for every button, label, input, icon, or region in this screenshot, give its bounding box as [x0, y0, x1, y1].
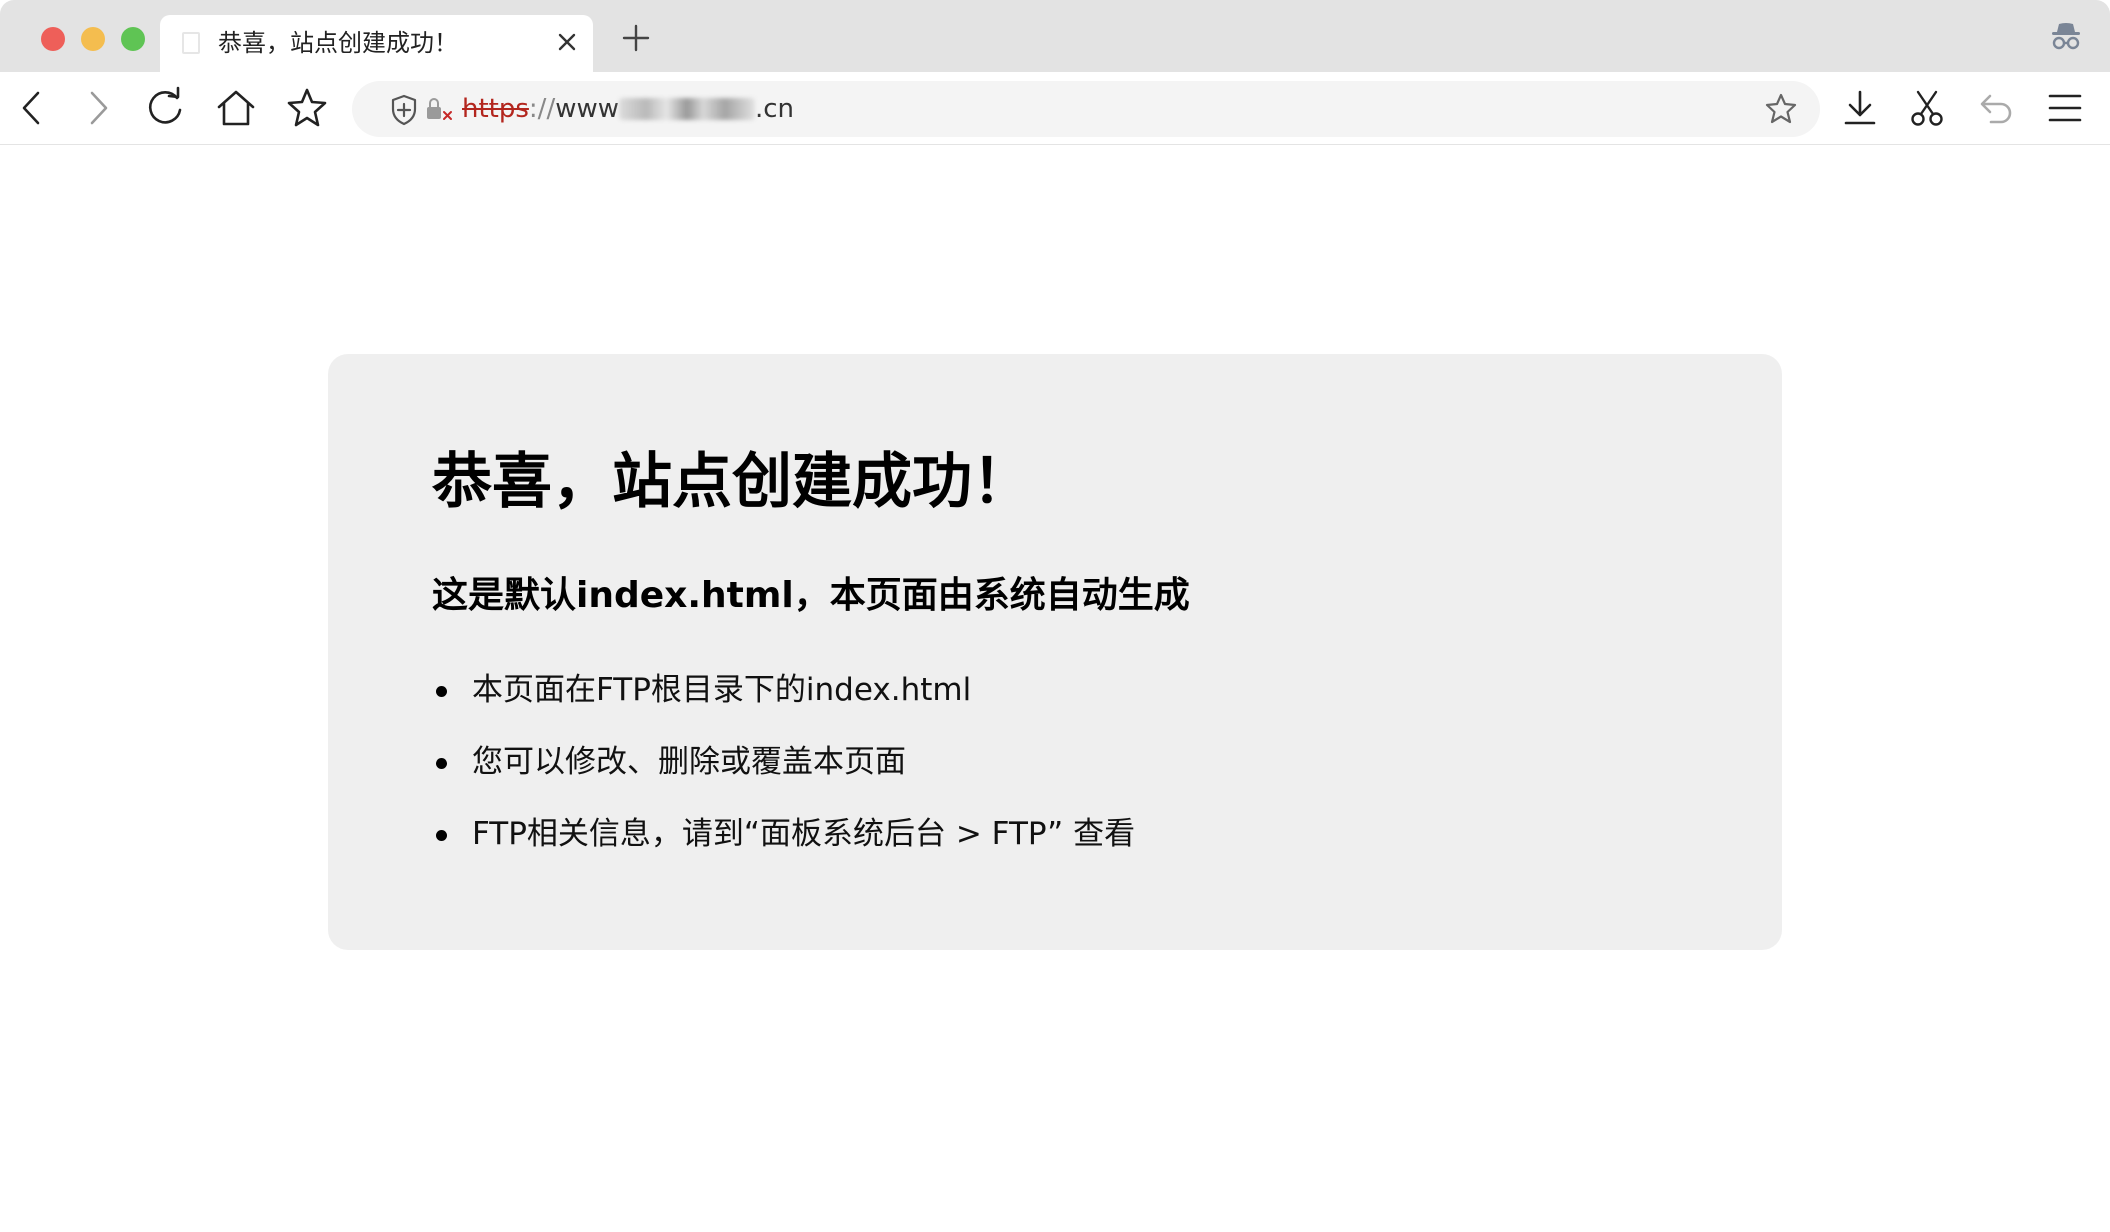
scissors-icon[interactable]	[1903, 84, 1951, 132]
window-maximize-button[interactable]	[121, 27, 145, 51]
url-scheme: https	[462, 94, 529, 124]
menu-icon[interactable]	[2041, 84, 2089, 132]
plus-icon[interactable]	[618, 20, 654, 56]
window-close-button[interactable]	[41, 27, 65, 51]
list-item: FTP相关信息，请到“面板系统后台 > FTP” 查看	[432, 810, 1135, 882]
reload-icon[interactable]	[141, 84, 189, 132]
page-title: 恭喜，站点创建成功！	[432, 447, 1032, 517]
undo-icon[interactable]	[1971, 84, 2019, 132]
shield-icon[interactable]	[388, 93, 420, 127]
redacted-host	[619, 98, 755, 120]
url-host-prefix: www	[555, 94, 619, 124]
browser-window: 恭喜，站点创建成功！ https://www .cn 恭喜，站点创建成功！ 这是…	[0, 0, 2110, 1232]
forward-icon[interactable]	[75, 84, 123, 132]
incognito-icon[interactable]	[2048, 18, 2084, 54]
page-content: 恭喜，站点创建成功！ 这是默认index.html，本页面由系统自动生成 本页面…	[0, 146, 2110, 1232]
navigation-toolbar: https://www .cn	[0, 72, 2110, 145]
close-icon[interactable]	[552, 27, 582, 57]
bookmark-star-icon[interactable]	[283, 84, 331, 132]
page-subtitle: 这是默认index.html，本页面由系统自动生成	[432, 575, 1190, 616]
bookmark-page-star-icon[interactable]	[1762, 90, 1800, 128]
url-separator: ://	[528, 94, 556, 124]
back-icon[interactable]	[7, 84, 55, 132]
home-icon[interactable]	[212, 84, 260, 132]
url-text[interactable]: https://www .cn	[462, 91, 794, 127]
tab-strip: 恭喜，站点创建成功！	[0, 0, 2110, 72]
url-host-suffix: .cn	[755, 94, 795, 124]
address-bar[interactable]: https://www .cn	[352, 81, 1820, 137]
insecure-lock-icon[interactable]	[424, 95, 456, 125]
welcome-card: 恭喜，站点创建成功！ 这是默认index.html，本页面由系统自动生成 本页面…	[328, 354, 1782, 950]
list-item: 本页面在FTP根目录下的index.html	[432, 666, 1135, 738]
tab-active[interactable]: 恭喜，站点创建成功！	[160, 15, 593, 72]
tab-title: 恭喜，站点创建成功！	[218, 29, 458, 57]
list-item: 您可以修改、删除或覆盖本页面	[432, 738, 1135, 810]
window-minimize-button[interactable]	[81, 27, 105, 51]
download-icon[interactable]	[1836, 84, 1884, 132]
page-favicon-icon	[182, 32, 200, 54]
info-list: 本页面在FTP根目录下的index.html 您可以修改、删除或覆盖本页面 FT…	[432, 666, 1135, 882]
